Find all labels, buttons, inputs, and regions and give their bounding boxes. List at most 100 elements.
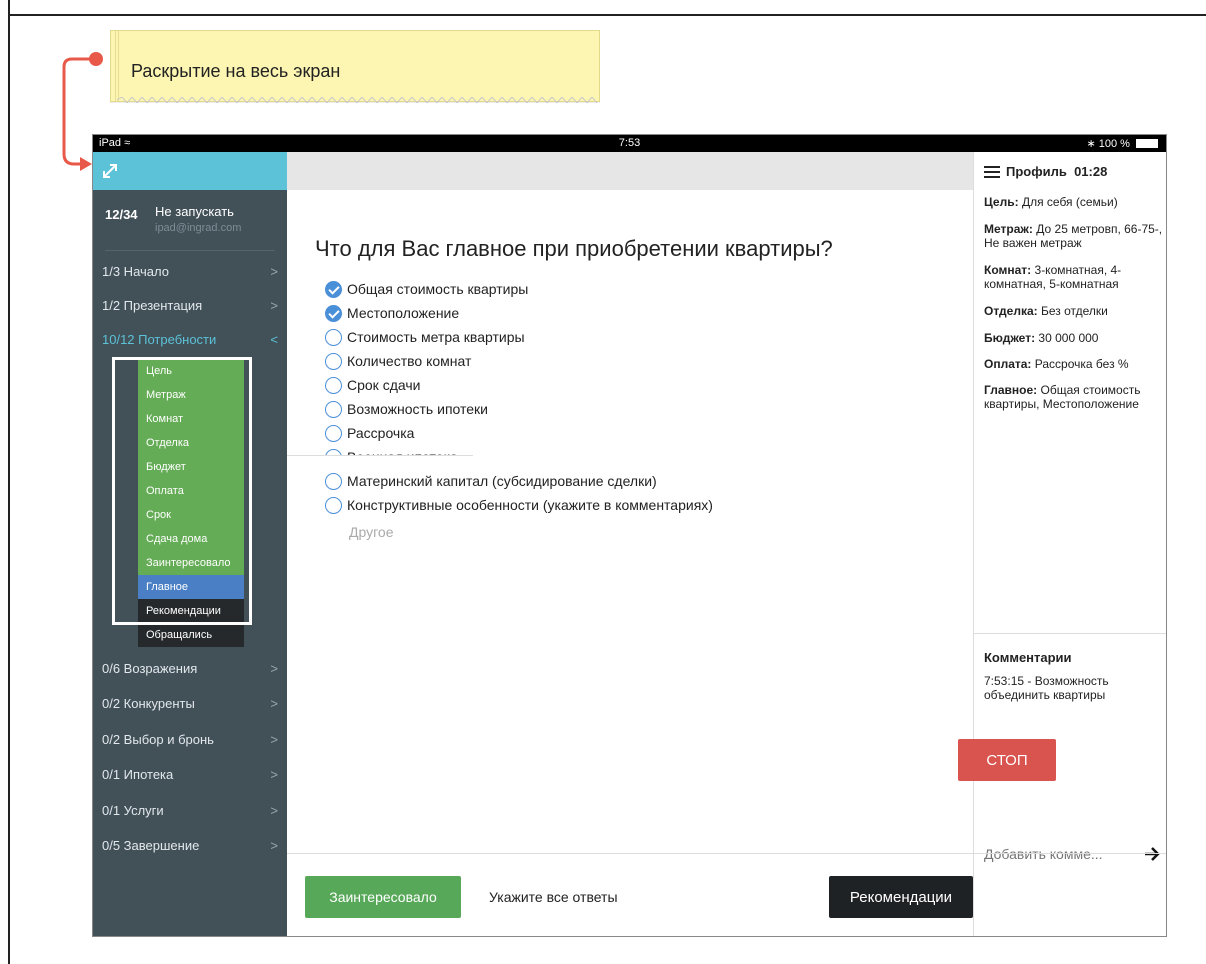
sidebar-item-label: 0/2 Выбор и бронь <box>102 732 214 747</box>
expand-icon[interactable] <box>101 162 119 180</box>
chevron-right-icon: > <box>270 264 278 279</box>
subitem-area[interactable]: Метраж <box>138 383 244 407</box>
subitem-delivery[interactable]: Сдача дома <box>138 527 244 551</box>
sidebar-item-start[interactable]: 1/3 Начало > <box>102 264 278 279</box>
profile-title: Профиль 01:28 <box>1006 164 1107 179</box>
radio-icon[interactable] <box>325 401 342 418</box>
radio-icon[interactable] <box>325 377 342 394</box>
chevron-right-icon: > <box>270 298 278 313</box>
question-title: Что для Вас главное при приобретении ква… <box>315 236 833 261</box>
session-title: Не запускать <box>155 204 234 219</box>
menu-icon[interactable] <box>984 166 1000 178</box>
field-key: Оплата: <box>984 357 1032 371</box>
sidebar-item-needs[interactable]: 10/12 Потребности < <box>102 332 278 347</box>
checkmark-icon[interactable] <box>325 305 342 322</box>
subitem-budget[interactable]: Бюджет <box>138 455 244 479</box>
option-label: Возможность ипотеки <box>347 401 488 417</box>
sidebar-item-objections[interactable]: 0/6 Возражения > <box>102 661 278 676</box>
profile-field-rooms: Комнат: 3-комнатная, 4-комнатная, 5-комн… <box>984 263 1164 291</box>
field-value: Рассрочка без % <box>1034 357 1129 371</box>
battery-percent: 100 % <box>1098 138 1130 150</box>
sidebar-item-choice[interactable]: 0/2 Выбор и бронь > <box>102 732 278 747</box>
field-value: Без отделки <box>1041 304 1108 318</box>
profile-panel: Профиль 01:28 Цель: Для себя (семьи) Мет… <box>973 152 1166 936</box>
footer-hint: Укажите все ответы <box>489 889 618 905</box>
sidebar-item-label: 0/2 Конкуренты <box>102 696 195 711</box>
sidebar-item-label: 0/6 Возражения <box>102 661 198 676</box>
chevron-right-icon: > <box>270 803 278 818</box>
divider <box>105 250 275 251</box>
sidebar-item-label: 1/3 Начало <box>102 264 169 279</box>
frame-tick <box>8 0 10 14</box>
recommendations-button[interactable]: Рекомендации <box>829 876 973 918</box>
radio-icon[interactable] <box>325 353 342 370</box>
subitem-finish[interactable]: Отделка <box>138 431 244 455</box>
profile-title-label: Профиль <box>1006 164 1067 179</box>
profile-field-goal: Цель: Для себя (семьи) <box>984 195 1164 209</box>
subitem-rooms[interactable]: Комнат <box>138 407 244 431</box>
other-option[interactable]: Другое <box>349 524 393 540</box>
stop-button[interactable]: СТОП <box>958 739 1056 781</box>
session-counter: 12/34 <box>105 207 138 222</box>
comment-item: 7:53:15 - Возможность объединить квартир… <box>984 674 1109 702</box>
session-email: ipad@ingrad.com <box>155 222 242 234</box>
bluetooth-icon: ∗ <box>1086 138 1096 150</box>
subitem-payment[interactable]: Оплата <box>138 479 244 503</box>
radio-icon[interactable] <box>325 473 342 490</box>
sidebar-item-label: 1/2 Презентация <box>102 298 203 313</box>
chevron-right-icon: > <box>270 838 278 853</box>
chevron-right-icon: > <box>270 696 278 711</box>
expand-bar[interactable] <box>93 152 287 190</box>
radio-icon[interactable] <box>325 425 342 442</box>
subitem-goal[interactable]: Цель <box>138 359 244 383</box>
option-label: Срок сдачи <box>347 377 421 393</box>
status-time: 7:53 <box>618 137 641 149</box>
sidebar-item-services[interactable]: 0/1 Услуги > <box>102 803 278 818</box>
divider <box>974 633 1166 634</box>
subitem-term[interactable]: Срок <box>138 503 244 527</box>
option-label: Конструктивные особенности (укажите в ко… <box>347 497 713 513</box>
chevron-right-icon: > <box>270 661 278 676</box>
subitem-contacted[interactable]: Обращались <box>138 623 244 647</box>
chevron-right-icon: > <box>270 767 278 782</box>
field-key: Главное: <box>984 383 1038 397</box>
subitem-main[interactable]: Главное <box>138 575 244 599</box>
profile-field-area: Метраж: До 25 метровп, 66-75-, Не важен … <box>984 222 1164 250</box>
field-key: Отделка: <box>984 304 1038 318</box>
sidebar-item-presentation[interactable]: 1/2 Презентация > <box>102 298 278 313</box>
option-label: Рассрочка <box>347 425 415 441</box>
sidebar-item-label: 0/1 Услуги <box>102 803 164 818</box>
chevron-left-icon: < <box>270 332 278 347</box>
comments-title: Комментарии <box>984 650 1072 665</box>
status-bar: iPad ≈ 7:53 ∗ 100 % <box>93 135 1166 152</box>
field-value: 30 000 000 <box>1038 331 1099 345</box>
option-label: Количество комнат <box>347 353 472 369</box>
annotated-screenshot: Раскрытие на весь экран iPad ≈ 7:53 ∗ 10… <box>0 0 1206 964</box>
sidebar-item-label: 0/5 Завершение <box>102 838 200 853</box>
sidebar-item-label: 10/12 Потребности <box>102 332 217 347</box>
option-label: Стоимость метра квартиры <box>347 329 525 345</box>
battery-icon <box>1136 139 1158 148</box>
field-key: Цель: <box>984 195 1019 209</box>
footer-right <box>973 853 1166 936</box>
field-key: Бюджет: <box>984 331 1036 345</box>
sidebar-item-competitors[interactable]: 0/2 Конкуренты > <box>102 696 278 711</box>
subitem-interested[interactable]: Заинтересовало <box>138 551 244 575</box>
ipad-screen: iPad ≈ 7:53 ∗ 100 % 12/34 Не запускать i… <box>92 134 1167 937</box>
footer-bar: Заинтересовало Укажите все ответы Рекоме… <box>287 853 973 936</box>
subitem-recommendations[interactable]: Рекомендации <box>138 599 244 623</box>
field-value: Для себя (семьи) <box>1021 195 1118 209</box>
sidebar-item-mortgage[interactable]: 0/1 Ипотека > <box>102 767 278 782</box>
radio-icon[interactable] <box>325 329 342 346</box>
sidebar-item-label: 0/1 Ипотека <box>102 767 174 782</box>
sidebar-item-finish[interactable]: 0/5 Завершение > <box>102 838 278 853</box>
radio-icon[interactable] <box>325 497 342 514</box>
option-label: Местоположение <box>347 305 460 321</box>
checkmark-icon[interactable] <box>325 281 342 298</box>
profile-field-main: Главное: Общая стоимость квартиры, Место… <box>984 383 1164 411</box>
interested-button[interactable]: Заинтересовало <box>305 876 461 918</box>
profile-timer: 01:28 <box>1074 164 1108 179</box>
annotation-note-text: Раскрытие на весь экран <box>131 61 341 81</box>
field-key: Метраж: <box>984 222 1033 236</box>
top-strip <box>287 152 973 190</box>
